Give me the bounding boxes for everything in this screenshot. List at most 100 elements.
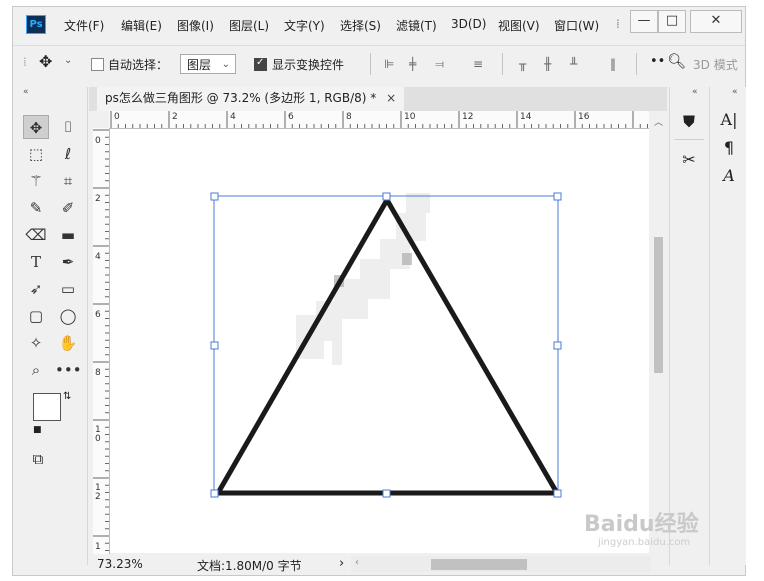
chevron-down-icon[interactable]: ⌄ <box>64 55 72 66</box>
scroll-left-icon[interactable]: ‹ <box>355 557 359 568</box>
menu-window[interactable]: 窗口(W) <box>554 17 599 34</box>
align-bottom-icon[interactable]: ╨ <box>570 58 582 70</box>
mode-3d-label[interactable]: 3D 模式 <box>693 56 738 73</box>
brush-tool-icon[interactable]: ✐ <box>55 196 81 220</box>
transform-handle[interactable] <box>382 489 391 498</box>
custom-shape-icon[interactable]: ✧ <box>23 331 49 355</box>
swap-colors-icon[interactable]: ⇅ <box>63 391 71 402</box>
auto-select-checkbox[interactable] <box>91 58 104 71</box>
ruler-label: 12 <box>462 112 474 122</box>
path-selection-icon[interactable]: ➶ <box>23 277 49 301</box>
rectangle-tool-icon[interactable]: ▭ <box>55 277 81 301</box>
eraser-icon[interactable]: ⌫ <box>23 223 49 247</box>
document-tab[interactable]: ps怎么做三角图形 @ 73.2% (多边形 1, RGB/8) * × <box>97 87 405 111</box>
transform-handle[interactable] <box>553 489 562 498</box>
clone-stamp-panel-icon[interactable]: ⛊ <box>674 109 704 135</box>
distribute-vertical-icon[interactable]: ‖ <box>610 58 622 70</box>
ruler-label: 8 <box>95 368 101 378</box>
horizontal-scroll-thumb[interactable] <box>431 559 527 570</box>
ellipse-tool-icon[interactable]: ◯ <box>55 304 81 328</box>
collapse-icon[interactable]: « <box>732 87 738 97</box>
ruler-label: 4 <box>95 252 101 262</box>
divider <box>370 53 371 75</box>
pixel-artifacts <box>296 193 430 365</box>
vertical-scroll-thumb[interactable] <box>654 237 663 373</box>
transform-handle[interactable] <box>553 192 562 201</box>
divider <box>502 53 503 75</box>
horizontal-scrollbar[interactable]: ‹ <box>351 556 651 572</box>
vertical-scrollbar[interactable]: ︿ <box>650 111 667 554</box>
menu-layer[interactable]: 图层(L) <box>229 17 269 34</box>
transform-handle[interactable] <box>210 489 219 498</box>
move-tool-icon[interactable]: ✥ <box>39 52 52 71</box>
menu-view[interactable]: 视图(V) <box>498 17 540 34</box>
search-icon[interactable]: 🔍︎ <box>667 52 686 70</box>
character-panel-icon[interactable]: A| <box>714 107 744 133</box>
ruler-label: 10 <box>404 112 416 122</box>
paragraph-panel-icon[interactable]: ¶ <box>714 135 744 161</box>
baidu-watermark: Baidu经验 <box>584 512 699 537</box>
scroll-up-icon[interactable]: ︿ <box>654 115 663 128</box>
vertical-ruler: 0 2 4 6 8 1 0 1 2 1 <box>93 128 110 554</box>
status-bar: 73.23% 文档:1.80M/0 字节 › ‹ <box>93 554 667 574</box>
transform-handle[interactable] <box>210 341 219 350</box>
menu-filter[interactable]: 滤镜(T) <box>396 17 437 34</box>
menu-type[interactable]: 文字(Y) <box>284 17 325 34</box>
pen-tool-icon[interactable]: ✒ <box>55 250 81 274</box>
maximize-button[interactable]: □ <box>658 10 686 33</box>
foreground-color-swatch[interactable] <box>33 393 61 421</box>
glyphs-panel-icon[interactable]: A <box>714 163 744 189</box>
ruler-label: 2 <box>95 194 101 204</box>
minimize-button[interactable]: — <box>630 10 658 33</box>
menu-edit[interactable]: 编辑(E) <box>121 17 162 34</box>
marquee-tool-icon[interactable]: ⬚ <box>23 142 49 166</box>
layer-select[interactable]: 图层 ⌄ <box>180 54 236 74</box>
ruler-ticks <box>110 111 648 128</box>
collapse-icon[interactable]: « <box>23 87 29 97</box>
align-left-icon[interactable]: ⊫ <box>384 58 396 70</box>
options-bar: ⁞ ✥ ⌄ 自动选择： 图层 ⌄ 显示变换控件 ⊫ ╪ ⫤ ≡ ╥ ╫ ╨ ‖ … <box>13 45 745 82</box>
document-title: ps怎么做三角图形 @ 73.2% (多边形 1, RGB/8) * <box>105 91 377 105</box>
close-button[interactable]: ✕ <box>690 10 742 33</box>
app-logo: Ps <box>26 15 46 34</box>
menu-3d[interactable]: 3D(D) <box>451 17 486 31</box>
hand-tool-icon[interactable]: ✋ <box>55 331 81 355</box>
align-right-icon[interactable]: ⫤ <box>435 58 447 70</box>
screen-mode-icon[interactable]: ⧉ <box>25 447 51 471</box>
canvas-drawing <box>210 192 562 498</box>
show-transform-checkbox[interactable] <box>254 57 267 71</box>
rounded-rect-icon[interactable]: ▢ <box>23 304 49 328</box>
menu-file[interactable]: 文件(F) <box>64 17 104 34</box>
zoom-tool-icon[interactable]: ⌕ <box>23 358 49 382</box>
menu-overflow-icon[interactable]: ⁞ <box>616 17 620 31</box>
gradient-tool-icon[interactable]: ▬ <box>55 223 81 247</box>
eyedropper-icon[interactable]: ✎ <box>23 196 49 220</box>
right-panel-dock-2: « A| ¶ A <box>709 87 746 565</box>
ruler-label: 1 0 <box>95 425 101 444</box>
distribute-icon[interactable]: ≡ <box>473 58 485 70</box>
collapse-icon[interactable]: « <box>692 87 698 97</box>
align-top-icon[interactable]: ╥ <box>519 58 531 70</box>
move-tool-icon[interactable]: ✥ <box>23 115 49 139</box>
document-canvas[interactable] <box>110 129 649 553</box>
menu-image[interactable]: 图像(I) <box>177 17 214 34</box>
lasso-tool-icon[interactable]: ℓ <box>55 142 81 166</box>
transform-handle[interactable] <box>382 192 391 201</box>
artboard-tool-icon[interactable]: ⌷ <box>55 115 81 139</box>
grip-icon: ⁞ <box>23 55 27 69</box>
align-center-icon[interactable]: ╪ <box>409 58 421 70</box>
zoom-level[interactable]: 73.23% <box>97 557 143 571</box>
tool-presets-icon[interactable]: ✂ <box>674 147 704 173</box>
default-colors-icon[interactable]: ■ <box>33 425 42 435</box>
more-options-icon[interactable]: •• <box>650 54 665 69</box>
transform-handle[interactable] <box>553 341 562 350</box>
type-tool-icon[interactable]: T <box>23 250 49 274</box>
transform-handle[interactable] <box>210 192 219 201</box>
crop-tool-icon[interactable]: ⌗ <box>55 169 81 193</box>
more-tools-icon[interactable]: ••• <box>55 358 82 382</box>
close-icon[interactable]: × <box>386 91 396 105</box>
status-menu-arrow[interactable]: › <box>339 556 344 571</box>
magic-wand-icon[interactable]: ⚚ <box>23 169 49 193</box>
menu-select[interactable]: 选择(S) <box>340 17 381 34</box>
align-middle-icon[interactable]: ╫ <box>544 58 556 70</box>
